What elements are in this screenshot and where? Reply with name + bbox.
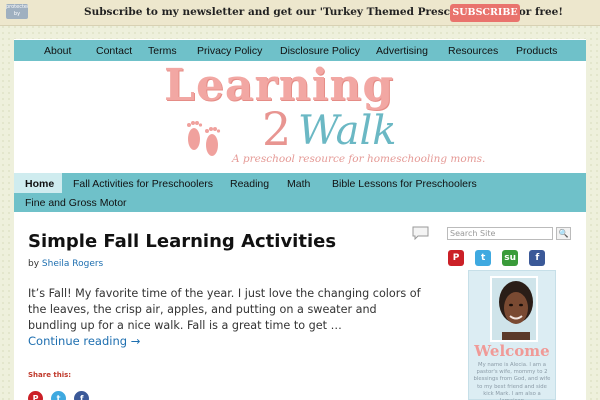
footprints-icon	[187, 121, 221, 156]
nav-item-terms[interactable]: Terms	[148, 45, 177, 57]
nav-item-home[interactable]: Home	[25, 178, 54, 190]
nav-item-reading[interactable]: Reading	[230, 178, 269, 190]
facebook-icon[interactable]: f	[529, 250, 546, 266]
share-label: Share this:	[28, 371, 72, 379]
site-logo-number: 2	[262, 102, 292, 156]
post-byline: by Sheila Rogers	[28, 259, 103, 269]
copyscape-badge[interactable]: protected by copyscape	[6, 4, 28, 19]
nav-item-fine-gross-motor[interactable]: Fine and Gross Motor	[25, 197, 127, 209]
post-title[interactable]: Simple Fall Learning Activities	[28, 231, 336, 252]
nav-item-contact[interactable]: Contact	[96, 45, 132, 57]
byline-prefix: by	[28, 259, 40, 269]
nav-item-about[interactable]: About	[44, 45, 71, 57]
nav-item-fall-activities[interactable]: Fall Activities for Preschoolers	[73, 178, 213, 190]
post-author-link[interactable]: Sheila Rogers	[42, 259, 103, 269]
pinterest-icon[interactable]: P	[28, 391, 43, 400]
search-input[interactable]: Search Site	[447, 227, 553, 240]
twitter-icon[interactable]: t	[51, 391, 67, 400]
site-logo-word: Walk	[298, 108, 397, 154]
continue-reading-link[interactable]: Continue reading →	[28, 334, 140, 348]
nav-item-math[interactable]: Math	[287, 178, 310, 190]
site-tagline: A preschool resource for homeschooling m…	[232, 153, 486, 165]
post-excerpt: It’s Fall! My favorite time of the year.…	[28, 287, 421, 332]
social-follow-icons: P t su f	[448, 245, 551, 266]
welcome-text: My name is Alecia. I am a pastor's wife,…	[473, 362, 551, 400]
nav-item-disclosure-policy[interactable]: Disclosure Policy	[280, 45, 360, 57]
comment-icon[interactable]	[412, 226, 429, 240]
nav-item-privacy-policy[interactable]: Privacy Policy	[197, 45, 262, 57]
nav-item-advertising[interactable]: Advertising	[376, 45, 428, 57]
facebook-icon[interactable]: f	[74, 391, 90, 400]
nav-item-products[interactable]: Products	[516, 45, 557, 57]
nav-item-resources[interactable]: Resources	[448, 45, 498, 57]
welcome-title: Welcome	[474, 342, 550, 360]
search-icon[interactable]: 🔍	[556, 227, 571, 240]
share-buttons: P t f	[28, 386, 92, 400]
main-navigation: Home Fall Activities for Preschoolers Re…	[14, 173, 586, 212]
avatar	[490, 276, 538, 342]
subscribe-button[interactable]: SUBSCRIBE	[450, 4, 520, 22]
twitter-icon[interactable]: t	[475, 250, 492, 266]
pinterest-icon[interactable]: P	[448, 250, 464, 266]
nav-item-bible-lessons[interactable]: Bible Lessons for Preschoolers	[332, 178, 477, 190]
top-navigation: About Contact Terms Privacy Policy Discl…	[14, 40, 586, 61]
author-photo	[492, 278, 536, 340]
stumbleupon-icon[interactable]: su	[502, 250, 519, 266]
newsletter-bar: protected by copyscape Subscribe to my n…	[0, 0, 600, 26]
